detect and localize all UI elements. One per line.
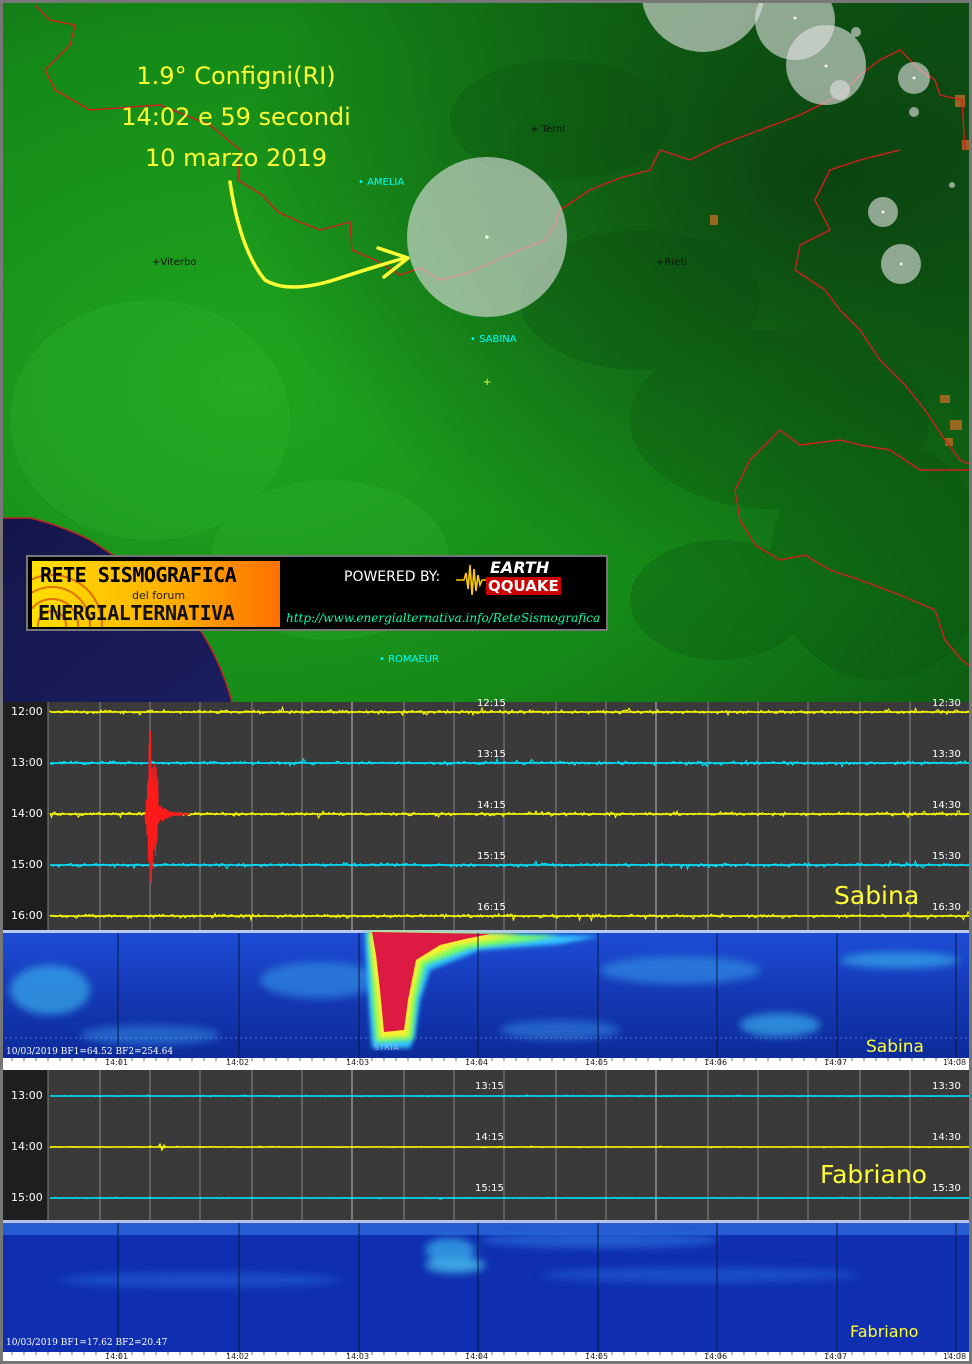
row-mid-label: 15:15	[477, 851, 506, 862]
seismo2-station-label: Fabriano	[820, 1160, 927, 1189]
row-end-label: 13:30	[932, 749, 961, 760]
row-end-label: 12:30	[932, 698, 961, 709]
time-tick-label: 14:08	[943, 1058, 967, 1067]
banner-brand-top: EARTH	[490, 558, 550, 577]
seismo2-row-labels: 13:00 13:15 13:30 14:00 14:15 14:30 15:00 15:15…	[0, 1070, 972, 1220]
row-time-label: 13:00	[11, 1089, 43, 1102]
banner-title-2: ENERGIALTERNATIVA	[38, 601, 235, 625]
time-tick-label: 14:04	[465, 1352, 489, 1361]
row-time-label: 13:00	[11, 756, 43, 769]
banner-brand-bottom: QQUAKE	[486, 577, 561, 595]
row-time-label: 16:00	[11, 909, 43, 922]
spectro2-time-axis: 14:01 14:02 14:03 14:04 14:05 14:06 14:07 14:08	[0, 1352, 972, 1364]
row-mid-label: 13:15	[475, 1081, 504, 1092]
spectro1-time-axis: 14:01 14:02 14:03 14:04 14:05 14:06 14:07 14:08	[0, 1058, 972, 1070]
time-tick-label: 14:03	[346, 1058, 370, 1067]
row-mid-label: 13:15	[477, 749, 506, 760]
time-tick-label: 14:02	[226, 1058, 250, 1067]
seismo1-station-label: Sabina	[834, 881, 920, 910]
time-tick-label: 14:07	[824, 1058, 848, 1067]
banner-title-1: RETE SISMOGRAFICA	[40, 563, 237, 587]
time-tick-label: 14:05	[585, 1058, 609, 1067]
time-tick-label: 14:07	[824, 1352, 848, 1361]
row-end-label: 14:30	[932, 800, 961, 811]
banner-url-link[interactable]: http://www.energialternativa.info/ReteSi…	[286, 611, 600, 625]
row-time-label: 12:00	[11, 705, 43, 718]
time-tick-label: 14:03	[346, 1352, 370, 1361]
time-tick-label: 14:02	[226, 1352, 250, 1361]
row-time-label: 15:00	[11, 1191, 43, 1204]
time-tick-label: 14:04	[465, 1058, 489, 1067]
time-tick-label: 14:01	[105, 1058, 129, 1067]
row-end-label: 13:30	[932, 1081, 961, 1092]
earthquake-logo-icon	[456, 564, 490, 596]
spectro2-station-label: Fabriano	[850, 1322, 919, 1341]
row-time-label: 15:00	[11, 858, 43, 871]
time-tick-label: 14:01	[105, 1352, 129, 1361]
spectro1-marker: STRTA	[374, 1043, 399, 1052]
row-mid-label: 16:15	[477, 902, 506, 913]
row-time-label: 14:00	[11, 807, 43, 820]
row-end-label: 15:30	[932, 851, 961, 862]
row-end-label: 16:30	[932, 902, 961, 913]
row-mid-label: 15:15	[475, 1183, 504, 1194]
row-mid-label: 12:15	[477, 698, 506, 709]
spectro1-info: 10/03/2019 BF1=64.52 BF2=254.64	[6, 1047, 174, 1057]
row-mid-label: 14:15	[475, 1132, 504, 1143]
time-tick-label: 14:06	[704, 1352, 728, 1361]
spectro1-station-label: Sabina	[866, 1037, 924, 1057]
time-tick-label: 14:05	[585, 1352, 609, 1361]
row-time-label: 14:00	[11, 1140, 43, 1153]
seismo1-row-labels: 12:00 12:15 12:30 13:00 13:15 13:30 14:00 14:15…	[0, 698, 972, 930]
network-banner: RETE SISMOGRAFICA del forum ENERGIALTERN…	[26, 555, 608, 631]
banner-logo-block: RETE SISMOGRAFICA del forum ENERGIALTERN…	[32, 561, 280, 627]
composite-figure: + + Terni • AMELIA +Viterbo +Rieti • SAB…	[0, 0, 972, 1364]
row-mid-label: 14:15	[477, 800, 506, 811]
banner-powered-label: POWERED BY:	[344, 569, 441, 585]
row-end-label: 14:30	[932, 1132, 961, 1143]
time-tick-label: 14:08	[943, 1352, 967, 1361]
row-end-label: 15:30	[932, 1183, 961, 1194]
spectro2-info: 10/03/2019 BF1=17.62 BF2=20.47	[6, 1338, 168, 1348]
time-tick-label: 14:06	[704, 1058, 728, 1067]
